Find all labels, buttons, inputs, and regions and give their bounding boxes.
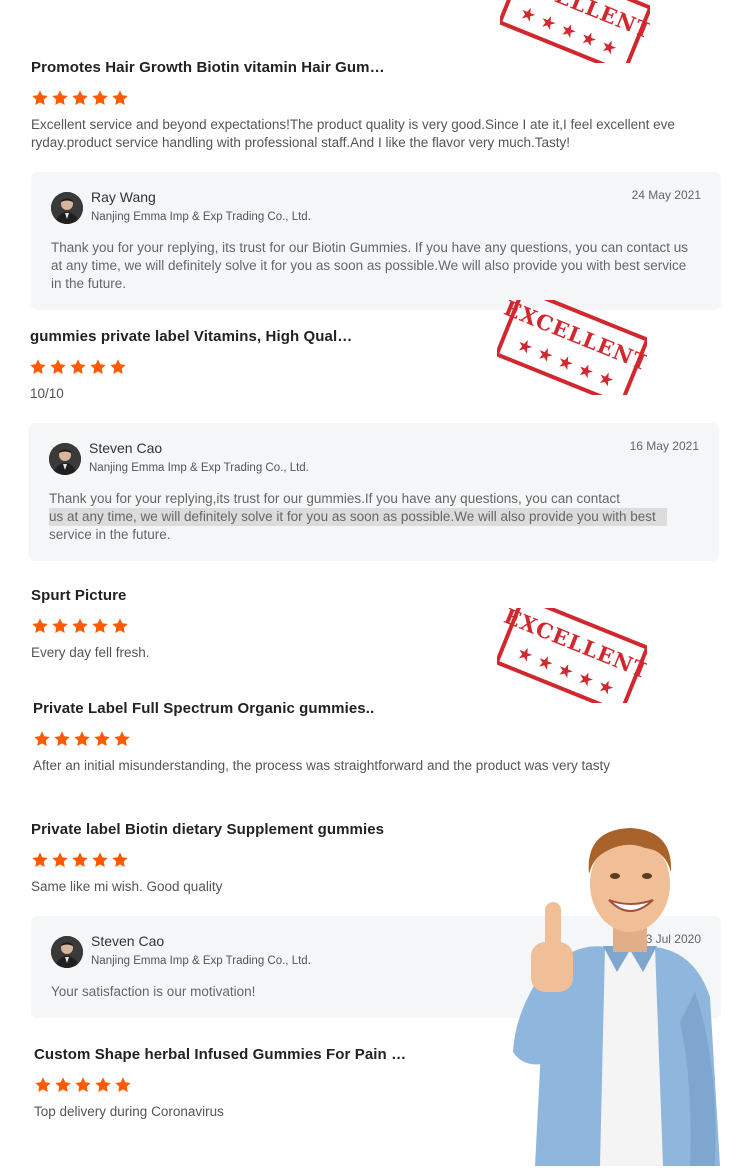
seller-reply: Steven Cao Nanjing Emma Imp & Exp Tradin… bbox=[29, 423, 719, 561]
review-title[interactable]: gummies private label Vitamins, High Qua… bbox=[30, 328, 352, 345]
star-icon bbox=[49, 358, 67, 376]
star-icon bbox=[31, 89, 49, 107]
star-icon bbox=[111, 851, 129, 869]
star-icon bbox=[53, 730, 71, 748]
rating-stars bbox=[31, 89, 129, 107]
excellent-stamp: EXCELLENT ★ ★ ★ ★ ★ bbox=[497, 0, 656, 76]
review-title[interactable]: Spurt Picture bbox=[31, 587, 126, 604]
avatar bbox=[51, 192, 83, 224]
seller-reply: Ray Wang Nanjing Emma Imp & Exp Trading … bbox=[31, 172, 721, 310]
avatar bbox=[49, 443, 81, 475]
rating-stars bbox=[29, 358, 127, 376]
star-icon bbox=[69, 358, 87, 376]
rating-stars bbox=[31, 617, 129, 635]
reply-company: Nanjing Emma Imp & Exp Trading Co., Ltd. bbox=[91, 211, 311, 223]
reply-author: Steven Cao bbox=[89, 440, 163, 456]
star-icon bbox=[34, 1076, 52, 1094]
rating-stars bbox=[31, 851, 129, 869]
reply-text: Thank you for your replying, its trust f… bbox=[51, 240, 689, 291]
reply-date: 24 May 2021 bbox=[631, 188, 701, 202]
star-icon bbox=[111, 617, 129, 635]
reply-date: 16 May 2021 bbox=[629, 439, 699, 453]
star-icon bbox=[51, 851, 69, 869]
star-icon bbox=[71, 851, 89, 869]
review-text: Same like mi wish. Good quality bbox=[31, 879, 223, 894]
reply-company: Nanjing Emma Imp & Exp Trading Co., Ltd. bbox=[89, 462, 309, 474]
star-icon bbox=[73, 730, 91, 748]
rating-stars bbox=[33, 730, 131, 748]
reply-company: Nanjing Emma Imp & Exp Trading Co., Ltd. bbox=[91, 955, 311, 967]
rating-stars bbox=[34, 1076, 132, 1094]
star-icon bbox=[31, 617, 49, 635]
star-icon bbox=[91, 617, 109, 635]
review-text: Every day fell fresh. bbox=[31, 645, 150, 660]
star-icon bbox=[89, 358, 107, 376]
review-title[interactable]: Private Label Full Spectrum Organic gumm… bbox=[33, 700, 374, 717]
review-title[interactable]: Custom Shape herbal Infused Gummies For … bbox=[34, 1046, 406, 1063]
reply-text: Thank you for your replying,its trust fo… bbox=[49, 490, 709, 544]
star-icon bbox=[51, 617, 69, 635]
review-title[interactable]: Private label Biotin dietary Supplement … bbox=[31, 821, 384, 838]
review-title[interactable]: Promotes Hair Growth Biotin vitamin Hair… bbox=[31, 59, 385, 76]
review-text: After an initial misunderstanding, the p… bbox=[33, 758, 611, 773]
star-icon bbox=[91, 851, 109, 869]
star-icon bbox=[91, 89, 109, 107]
review-text: 10/10 bbox=[30, 386, 64, 401]
thumbs-up-man-image bbox=[505, 822, 730, 1166]
star-icon bbox=[29, 358, 47, 376]
star-icon bbox=[114, 1076, 132, 1094]
star-icon bbox=[33, 730, 51, 748]
review-text: Top delivery during Coronavirus bbox=[34, 1104, 224, 1119]
star-icon bbox=[31, 851, 49, 869]
review-text: Excellent service and beyond expectation… bbox=[31, 117, 675, 150]
star-icon bbox=[94, 1076, 112, 1094]
star-icon bbox=[71, 89, 89, 107]
avatar bbox=[51, 936, 83, 968]
star-icon bbox=[93, 730, 111, 748]
star-icon bbox=[74, 1076, 92, 1094]
excellent-stamp: EXCELLENT ★ ★ ★ ★ ★ bbox=[494, 286, 653, 408]
reply-author: Steven Cao bbox=[91, 933, 165, 949]
star-icon bbox=[113, 730, 131, 748]
star-icon bbox=[71, 617, 89, 635]
star-icon bbox=[51, 89, 69, 107]
reply-author: Ray Wang bbox=[91, 189, 156, 205]
star-icon bbox=[54, 1076, 72, 1094]
star-icon bbox=[109, 358, 127, 376]
excellent-stamp: EXCELLENT ★ ★ ★ ★ ★ bbox=[494, 594, 653, 716]
star-icon bbox=[111, 89, 129, 107]
